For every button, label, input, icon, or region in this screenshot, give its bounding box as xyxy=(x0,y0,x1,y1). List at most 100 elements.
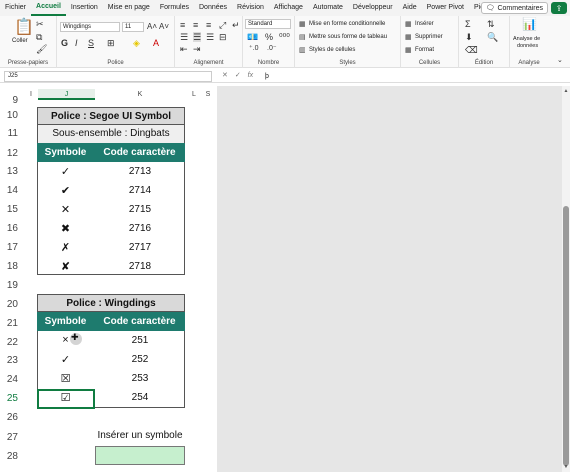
table1-code-3[interactable]: 2715 xyxy=(95,204,185,215)
orientation-icon[interactable]: ⤢ xyxy=(219,20,226,30)
tab-affichage[interactable]: Affichage xyxy=(269,0,308,16)
sort-filter-icon[interactable]: ⇅ xyxy=(487,19,495,29)
row-header-14[interactable]: 14 xyxy=(0,185,18,196)
row-header-12[interactable]: 12 xyxy=(0,148,18,159)
table1-symbol-2[interactable]: ✔ xyxy=(38,184,93,197)
row-header-27[interactable]: 27 xyxy=(0,432,18,443)
active-cell-j25[interactable] xyxy=(37,389,95,409)
table1-symbol-4[interactable]: ✖ xyxy=(38,222,93,235)
thousands-separator-icon[interactable]: ⁰⁰⁰ xyxy=(279,32,290,42)
format-cells-icon[interactable]: ▦ xyxy=(405,46,412,56)
analyze-data-label-line2[interactable]: données xyxy=(517,42,538,51)
cut-icon[interactable]: ✂ xyxy=(36,19,44,29)
table2-code-3[interactable]: 253 xyxy=(95,373,185,384)
align-middle-icon[interactable]: ≡ xyxy=(193,20,198,30)
row-header-22[interactable]: 22 xyxy=(0,337,18,348)
tab-automate[interactable]: Automate xyxy=(308,0,348,16)
currency-icon[interactable]: 💶 xyxy=(247,32,258,42)
name-box[interactable]: J25 xyxy=(4,71,212,82)
row-header-16[interactable]: 16 xyxy=(0,223,18,234)
scroll-up-icon[interactable]: ▲ xyxy=(562,88,570,94)
find-select-icon[interactable]: 🔍 xyxy=(487,32,498,42)
row-header-26[interactable]: 26 xyxy=(0,412,18,423)
decrease-indent-icon[interactable]: ⇤ xyxy=(180,44,188,54)
tab-developpeur[interactable]: Développeur xyxy=(348,0,398,16)
fill-color-icon[interactable]: ◈ xyxy=(133,38,140,48)
table1-header-symbol[interactable]: Symbole xyxy=(37,143,94,162)
row-header-21[interactable]: 21 xyxy=(0,318,18,329)
row-header-13[interactable]: 13 xyxy=(0,166,18,177)
row-header-9[interactable]: 9 xyxy=(0,95,18,106)
row-header-18[interactable]: 18 xyxy=(0,261,18,272)
decrease-font-icon[interactable]: A˅ xyxy=(159,22,169,32)
analyze-data-icon[interactable]: 📊 xyxy=(522,18,537,30)
format-painter-icon[interactable]: 🖌 xyxy=(36,44,47,54)
table2-title[interactable]: Police : Wingdings xyxy=(37,294,185,312)
font-name-select[interactable]: Wingdings xyxy=(60,22,120,32)
tab-accueil[interactable]: Accueil xyxy=(31,0,66,16)
merge-center-icon[interactable]: ⊟ xyxy=(219,32,227,42)
column-header-j[interactable]: J xyxy=(38,89,95,100)
row-header-19[interactable]: 19 xyxy=(0,280,18,291)
tab-power-pivot[interactable]: Power Pivot xyxy=(422,0,469,16)
fx-icon[interactable]: fx xyxy=(248,72,253,79)
table2-code-4[interactable]: 254 xyxy=(95,392,185,403)
borders-icon[interactable]: ⊞ xyxy=(107,38,115,48)
table2-symbol-2[interactable]: ✓ xyxy=(38,353,93,366)
comments-button[interactable]: 🗨 Commentaires xyxy=(480,2,548,14)
table1-code-2[interactable]: 2714 xyxy=(95,185,185,196)
table1-symbol-6[interactable]: ✘ xyxy=(38,260,93,273)
insert-cells-button[interactable]: Insérer xyxy=(415,20,434,29)
column-header-l[interactable]: L xyxy=(187,89,201,100)
align-center-icon[interactable]: ☰ xyxy=(193,32,202,42)
table2-header-symbol[interactable]: Symbole xyxy=(37,312,94,331)
share-button[interactable]: ⇪ xyxy=(551,2,567,14)
italic-button[interactable]: I xyxy=(75,38,78,48)
align-top-icon[interactable]: ≡ xyxy=(180,20,185,30)
row-header-15[interactable]: 15 xyxy=(0,204,18,215)
column-header-i[interactable]: I xyxy=(24,89,38,100)
tab-mise-en-page[interactable]: Mise en page xyxy=(103,0,155,16)
conditional-format-button[interactable]: Mise en forme conditionnelle xyxy=(309,20,385,29)
align-bottom-icon[interactable]: ≡ xyxy=(206,20,211,30)
tab-fichier[interactable]: Fichier xyxy=(0,0,31,16)
format-as-table-icon[interactable]: ▤ xyxy=(299,33,306,43)
tab-donnees[interactable]: Données xyxy=(194,0,232,16)
tab-revision[interactable]: Révision xyxy=(232,0,269,16)
paste-label[interactable]: Coller xyxy=(12,37,28,46)
table1-code-1[interactable]: 2713 xyxy=(95,166,185,177)
table1-title[interactable]: Police : Segoe UI Symbol xyxy=(37,107,185,125)
row-header-25[interactable]: 25 xyxy=(0,393,18,404)
insert-cells-icon[interactable]: ▦ xyxy=(405,20,412,30)
align-left-icon[interactable]: ☰ xyxy=(180,32,188,42)
underline-button[interactable]: S xyxy=(88,38,94,48)
formula-input[interactable]: þ xyxy=(262,71,562,82)
row-header-10[interactable]: 10 xyxy=(0,110,18,121)
table1-symbol-1[interactable]: ✓ xyxy=(38,165,93,178)
decrease-decimal-icon[interactable]: .0⁻ xyxy=(267,44,277,54)
enter-icon[interactable]: ✓ xyxy=(235,72,241,79)
row-header-23[interactable]: 23 xyxy=(0,355,18,366)
scroll-down-icon[interactable]: ▼ xyxy=(562,464,570,470)
clear-icon[interactable]: ⌫ xyxy=(465,45,478,55)
row-header-11[interactable]: 11 xyxy=(0,128,18,139)
insert-symbol-input[interactable] xyxy=(95,446,185,465)
table1-code-5[interactable]: 2717 xyxy=(95,242,185,253)
format-cells-button[interactable]: Format xyxy=(415,46,434,55)
ribbon-collapse-icon[interactable]: ⌄ xyxy=(557,56,563,66)
increase-decimal-icon[interactable]: ⁺.0 xyxy=(249,44,259,54)
table2-code-2[interactable]: 252 xyxy=(95,354,185,365)
format-as-table-button[interactable]: Mettre sous forme de tableau xyxy=(309,33,387,42)
fill-icon[interactable]: ⬇ xyxy=(465,32,473,42)
font-color-icon[interactable]: A xyxy=(153,38,159,48)
cancel-icon[interactable]: ✕ xyxy=(222,72,228,79)
align-right-icon[interactable]: ☰ xyxy=(206,32,214,42)
table1-symbol-3[interactable]: ✕ xyxy=(38,203,93,216)
column-header-s[interactable]: S xyxy=(201,89,215,100)
column-header-k[interactable]: K xyxy=(95,89,185,100)
delete-cells-icon[interactable]: ▦ xyxy=(405,33,412,43)
row-header-17[interactable]: 17 xyxy=(0,242,18,253)
autosum-icon[interactable]: Σ xyxy=(465,19,471,29)
cell-styles-button[interactable]: Styles de cellules xyxy=(309,46,355,55)
vertical-scrollbar[interactable]: ▲ ▼ xyxy=(562,86,570,472)
